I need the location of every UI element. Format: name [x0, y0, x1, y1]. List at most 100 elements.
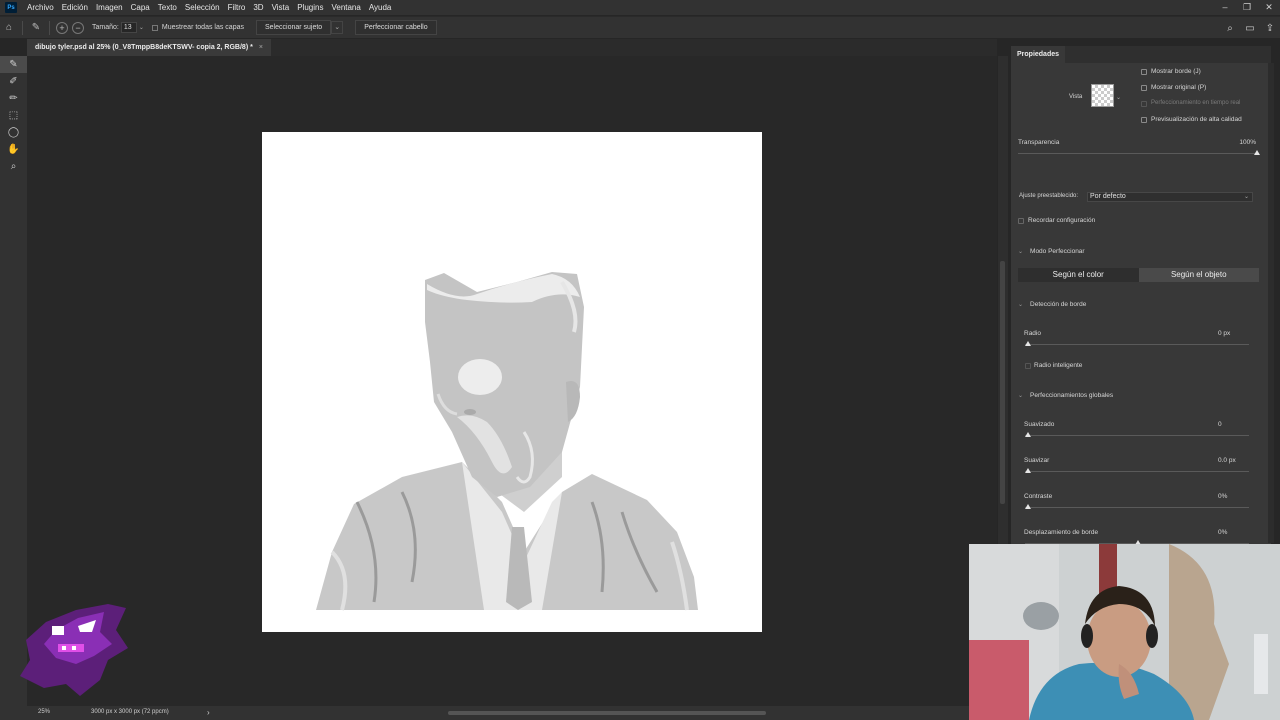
refine-hair-button[interactable]: Perfeccionar cabello [355, 20, 437, 35]
show-edge-checkbox[interactable] [1141, 69, 1147, 75]
transparency-value[interactable]: 100% [1226, 138, 1256, 148]
radius-slider-knob[interactable] [1025, 341, 1031, 346]
smooth-slider-knob[interactable] [1025, 432, 1031, 437]
smooth-value[interactable]: 0 [1218, 420, 1248, 430]
refine-mode-toggle: Según el color Según el objeto [1018, 268, 1259, 282]
contrast-slider-track[interactable] [1025, 507, 1249, 508]
workspace-icon[interactable]: ▭ [1240, 23, 1260, 34]
menu-filtro[interactable]: Filtro [224, 3, 250, 12]
webcam-image [969, 544, 1280, 720]
brush-icon[interactable]: ✏ [0, 90, 27, 107]
show-original-checkbox[interactable] [1141, 85, 1147, 91]
global-refinements-header[interactable]: ⌄ Perfeccionamientos globales [1018, 392, 1113, 399]
radius-slider-track[interactable] [1025, 344, 1249, 345]
panel-scrollbar[interactable] [1268, 63, 1274, 543]
hand-icon[interactable]: ✋ [0, 141, 27, 158]
close-tab-icon[interactable]: × [259, 44, 263, 51]
zoom-icon[interactable]: ⌕ [0, 158, 27, 175]
transparency-slider-track[interactable] [1018, 153, 1259, 154]
options-bar: ⌂ ✎ + − Tamaño: 13 ⌄ Muestrear todas las… [0, 16, 1280, 38]
show-edge-label: Mostrar borde (J) [1151, 68, 1201, 75]
home-icon[interactable]: ⌂ [0, 19, 18, 37]
feather-slider-knob[interactable] [1025, 468, 1031, 473]
menu-bar: Ps Archivo Edición Imagen Capa Texto Sel… [0, 0, 1280, 15]
refine-edge-brush-icon[interactable]: ✐ [0, 73, 27, 90]
menu-capa[interactable]: Capa [127, 3, 154, 12]
properties-tab[interactable]: Propiedades [1011, 46, 1066, 63]
chevron-right-icon[interactable]: › [207, 708, 210, 717]
add-to-selection-icon[interactable]: + [56, 21, 68, 34]
view-mode-thumbnail[interactable] [1091, 84, 1114, 107]
feather-label: Suavizar [1024, 457, 1050, 464]
size-field[interactable]: 13 [120, 22, 137, 33]
global-refinements-title: Perfeccionamientos globales [1030, 392, 1114, 399]
menu-archivo[interactable]: Archivo [23, 3, 58, 12]
divider [49, 20, 50, 35]
menu-plugins[interactable]: Plugins [293, 3, 327, 12]
contrast-value[interactable]: 0% [1218, 492, 1248, 502]
ghost-sprite-icon [20, 604, 128, 696]
menu-ayuda[interactable]: Ayuda [365, 3, 396, 12]
feather-value[interactable]: 0.0 px [1218, 456, 1248, 466]
transparency-slider-knob[interactable] [1254, 150, 1260, 155]
refine-mode-title: Modo Perfeccionar [1030, 248, 1085, 255]
radius-label: Radio [1024, 330, 1041, 337]
chevron-down-icon[interactable]: ⌄ [1116, 94, 1121, 101]
mode-color-button[interactable]: Según el color [1018, 268, 1139, 282]
vista-label: Vista [1069, 94, 1083, 100]
select-subject-dropdown-icon[interactable]: ⌄ [331, 21, 344, 34]
remember-settings-checkbox[interactable] [1018, 218, 1024, 224]
document-tab[interactable]: dibujo tyler.psd al 25% (0_V8TmppB8deKTS… [27, 39, 271, 56]
document-canvas[interactable] [262, 132, 762, 632]
document-tab-title: dibujo tyler.psd al 25% (0_V8TmppB8deKTS… [35, 44, 253, 51]
edge-detection-header[interactable]: ⌄ Detección de borde [1018, 301, 1086, 308]
ghost-mascot-overlay [16, 600, 130, 698]
quick-selection-icon[interactable]: ✎ [0, 56, 27, 73]
menu-imagen[interactable]: Imagen [92, 3, 127, 12]
document-info: 3000 px x 3000 px (72 ppcm) [91, 709, 169, 715]
close-icon[interactable]: ✕ [1258, 0, 1280, 15]
minimize-icon[interactable]: – [1214, 0, 1236, 15]
chevron-down-icon: ⌄ [1018, 393, 1024, 399]
smooth-label: Suavizado [1024, 421, 1055, 428]
menu-edicion[interactable]: Edición [58, 3, 92, 12]
restore-icon[interactable]: ❐ [1236, 0, 1258, 15]
smooth-slider-track[interactable] [1025, 435, 1249, 436]
canvas-area[interactable] [27, 56, 997, 706]
refine-mode-header[interactable]: ⌄ Modo Perfeccionar [1018, 248, 1085, 255]
select-subject-button[interactable]: Seleccionar sujeto [256, 20, 332, 35]
hq-preview-checkbox[interactable] [1141, 117, 1147, 123]
realtime-refine-checkbox [1141, 101, 1147, 107]
smart-radius-label: Radio inteligente [1034, 362, 1083, 369]
lasso-icon[interactable]: ◯ [0, 124, 27, 141]
menu-3d[interactable]: 3D [249, 3, 267, 12]
smart-radius-checkbox[interactable] [1025, 363, 1031, 369]
realtime-refine-label: Perfeccionamiento en tiempo real [1151, 100, 1241, 106]
horizontal-scroll-thumb[interactable] [448, 711, 766, 715]
hq-preview-label: Previsualización de alta calidad [1151, 116, 1242, 123]
document-tab-bar: dibujo tyler.psd al 25% (0_V8TmppB8deKTS… [27, 39, 997, 56]
divider [22, 20, 23, 35]
feather-slider-track[interactable] [1025, 471, 1249, 472]
edge-detection-title: Detección de borde [1030, 301, 1087, 308]
preset-dropdown[interactable]: Por defecto ⌄ [1087, 192, 1253, 202]
contrast-slider-knob[interactable] [1025, 504, 1031, 509]
menu-seleccion[interactable]: Selección [181, 3, 224, 12]
share-icon[interactable]: ⇪ [1260, 23, 1280, 34]
menu-ventana[interactable]: Ventana [327, 3, 364, 12]
subtract-from-selection-icon[interactable]: − [72, 21, 84, 34]
object-selection-icon[interactable]: ⬚ [0, 107, 27, 124]
preset-label: Ajuste preestablecido: [1019, 193, 1079, 199]
shift-edge-value[interactable]: 0% [1218, 528, 1248, 538]
menu-texto[interactable]: Texto [154, 3, 181, 12]
chevron-down-icon[interactable]: ⌄ [139, 24, 144, 31]
sample-all-layers-checkbox[interactable] [151, 24, 158, 31]
radius-value[interactable]: 0 px [1218, 329, 1248, 339]
scroll-thumb[interactable] [1000, 261, 1005, 504]
zoom-level[interactable]: 25% [38, 709, 50, 715]
menu-vista[interactable]: Vista [268, 3, 294, 12]
mode-object-button[interactable]: Según el objeto [1138, 268, 1259, 282]
quick-selection-preset-icon[interactable]: ✎ [27, 19, 45, 37]
search-icon[interactable]: ⌕ [1220, 23, 1240, 34]
remember-settings-label: Recordar configuración [1028, 217, 1096, 224]
